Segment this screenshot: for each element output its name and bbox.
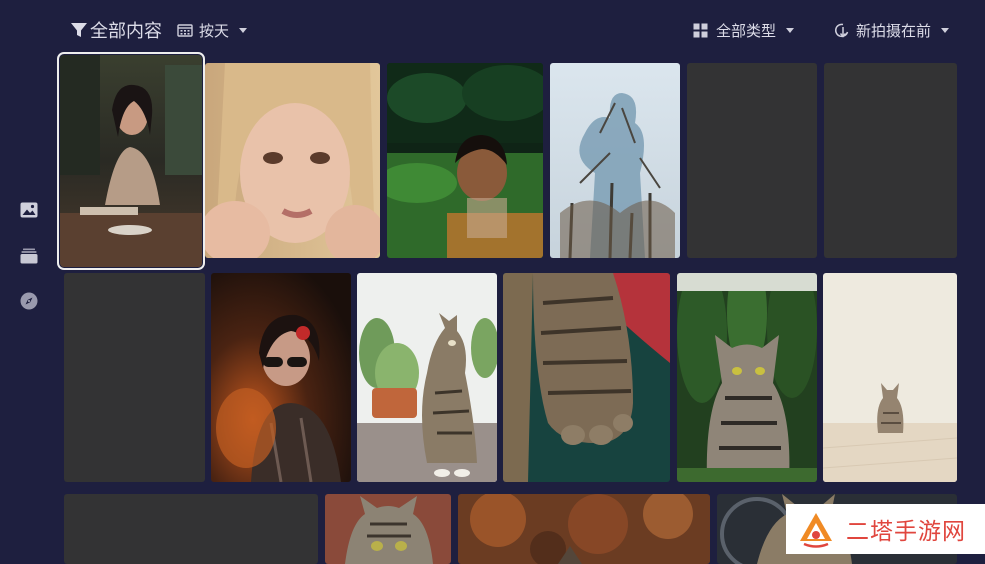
grid-icon xyxy=(693,23,708,37)
photo-tile-woman-cafe[interactable] xyxy=(57,52,205,270)
filter-icon xyxy=(71,23,87,37)
sort-order-label: 新拍摄在前 xyxy=(856,21,932,40)
sidebar-item-albums[interactable] xyxy=(19,246,39,266)
photo-tile-cat-cactus[interactable] xyxy=(357,273,497,482)
watermark-logo-icon xyxy=(800,513,832,548)
photo-thumbnail xyxy=(550,63,680,258)
photo-tile-woman-in-water[interactable] xyxy=(387,63,543,258)
photo-thumbnail xyxy=(503,273,670,482)
photo-thumbnail xyxy=(211,273,351,482)
photo-tile-cat-white-wall[interactable] xyxy=(823,273,957,482)
photo-tile-double-exposure-trees[interactable] xyxy=(550,63,680,258)
photo-tile-placeholder[interactable] xyxy=(687,63,817,258)
content-filter-button[interactable]: 全部内容 xyxy=(70,14,162,46)
photo-tile-blonde-portrait[interactable] xyxy=(205,63,380,258)
sidebar-item-photos[interactable] xyxy=(19,200,39,220)
photo-thumbnail xyxy=(677,273,817,482)
chevron-down-icon xyxy=(786,27,795,33)
photo-tile-placeholder[interactable] xyxy=(824,63,957,258)
photo-thumbnail xyxy=(357,273,497,482)
top-toolbar: 全部内容 按天 全部类型 新拍摄在前 xyxy=(0,0,985,58)
date-grouping-label: 按天 xyxy=(199,21,230,40)
stack-icon xyxy=(20,248,38,264)
calendar-icon xyxy=(177,24,193,37)
photo-tile-cat-paw[interactable] xyxy=(503,273,670,482)
image-icon xyxy=(20,202,38,218)
sort-order-dropdown[interactable]: 新拍摄在前 xyxy=(834,14,950,46)
watermark-badge: 二塔手游网 xyxy=(786,504,985,554)
photo-tile-tabby-cat-forest[interactable] xyxy=(677,273,817,482)
photo-tile-woman-sunglasses[interactable] xyxy=(211,273,351,482)
date-grouping-dropdown[interactable]: 按天 xyxy=(177,14,248,46)
media-type-dropdown[interactable]: 全部类型 xyxy=(693,14,795,46)
chevron-down-icon xyxy=(239,27,248,33)
photo-thumbnail xyxy=(205,63,380,258)
sidebar-item-explore[interactable] xyxy=(19,291,39,311)
watermark-text: 二塔手游网 xyxy=(846,519,966,545)
content-filter-label: 全部内容 xyxy=(90,21,162,42)
compass-icon xyxy=(20,292,38,310)
sort-icon xyxy=(835,23,849,38)
photo-thumbnail xyxy=(387,63,543,258)
photo-thumbnail xyxy=(60,55,202,267)
chevron-down-icon xyxy=(941,27,950,33)
photo-tile-placeholder[interactable] xyxy=(64,273,205,482)
photo-thumbnail xyxy=(823,273,957,482)
media-type-label: 全部类型 xyxy=(716,21,777,40)
